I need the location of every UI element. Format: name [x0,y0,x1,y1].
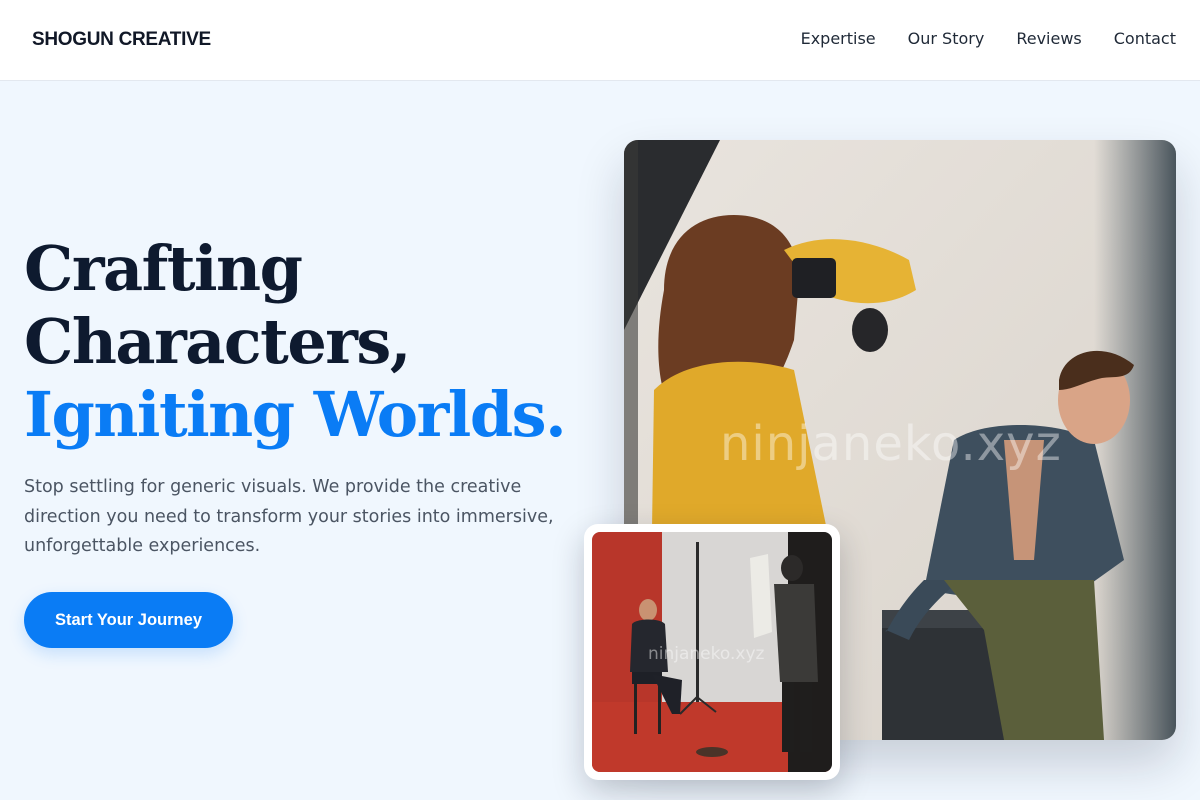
nav-link-reviews[interactable]: Reviews [1016,29,1081,48]
hero-title: Crafting Characters, Igniting Worlds. [24,232,584,451]
site-header: SHOGUN CREATIVE Expertise Our Story Revi… [0,0,1200,81]
main-nav: Expertise Our Story Reviews Contact [801,29,1176,48]
nav-link-expertise[interactable]: Expertise [801,29,876,48]
hero-photo-secondary-card: ninjaneko.xyz [584,524,840,780]
nav-link-contact[interactable]: Contact [1114,29,1176,48]
start-journey-button[interactable]: Start Your Journey [24,592,233,648]
photo-illustration-studio-shoot [592,532,832,772]
hero-title-accent-line: Igniting Worlds. [24,378,567,451]
hero-title-line-2: Characters, [24,305,411,378]
brand-logo[interactable]: SHOGUN CREATIVE [32,29,211,51]
hero-photo-secondary: ninjaneko.xyz [592,532,832,772]
nav-link-our-story[interactable]: Our Story [908,29,985,48]
hero-subtitle: Stop settling for generic visuals. We pr… [24,477,554,556]
hero-title-line-1: Crafting [24,232,303,305]
